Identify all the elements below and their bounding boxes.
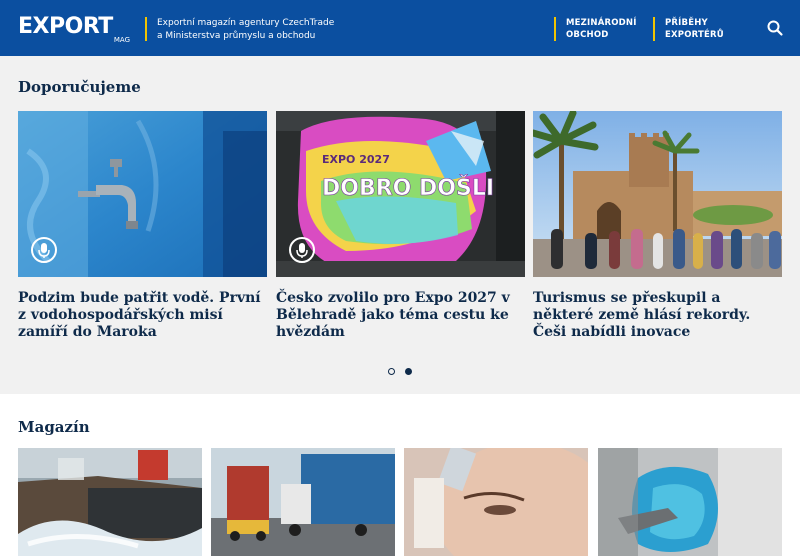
article-image-expo-sign[interactable]: EXPO 2027 DOBRO DOŠLI [276, 111, 525, 277]
image-text-expo: EXPO 2027 [322, 153, 390, 166]
article-title[interactable]: Turismus se přeskupil a některé země hlá… [533, 290, 782, 341]
logo-subtext: MAG [113, 36, 130, 44]
article-card[interactable]: Turismus se přeskupil a některé země hlá… [533, 111, 782, 341]
header-divider [145, 17, 147, 41]
article-title[interactable]: Česko zvolilo pro Expo 2027 v Bělehradě … [276, 290, 525, 341]
section-title-magazine: Magazín [18, 418, 90, 436]
magazine-section: Magazín [0, 394, 800, 556]
image-text-welcome: DOBRO DOŠLI [322, 175, 494, 201]
search-button[interactable] [766, 19, 784, 37]
recommended-section: Doporučujeme Podzim bude patřit vodě. Pr… [0, 56, 800, 394]
section-title-recommended: Doporučujeme [18, 78, 141, 96]
search-icon [767, 20, 783, 36]
nav-label-line-2: EXPORTÉRŮ [665, 30, 724, 40]
audio-indicator [289, 237, 315, 263]
audio-indicator [31, 237, 57, 263]
tagline-line-2: a Ministerstva průmyslu a obchodu [157, 31, 316, 41]
article-card[interactable]: Podzim bude patřit vodě. První z vodohos… [18, 111, 267, 341]
site-tagline: Exportní magazín agentury CzechTrade a M… [157, 17, 357, 43]
microphone-icon [38, 243, 50, 258]
tagline-line-1: Exportní magazín agentury CzechTrade [157, 18, 335, 28]
article-image-tourists[interactable] [533, 111, 782, 277]
nav-exporter-stories[interactable]: PŘÍBĚHY EXPORTÉRŮ [653, 17, 724, 41]
nav-label-line-1: PŘÍBĚHY [665, 18, 708, 28]
logo-text: EXPORT [18, 14, 113, 39]
magazine-article-image-trucks[interactable] [211, 448, 395, 556]
magazine-article-image-glass[interactable] [598, 448, 782, 556]
carousel-dot-1[interactable] [388, 368, 395, 375]
carousel-pagination [386, 368, 416, 378]
nav-international-trade[interactable]: MEZINÁRODNÍ OBCHOD [554, 17, 637, 41]
magazine-article-image-water-pipe[interactable] [18, 448, 202, 556]
carousel-dot-2[interactable] [405, 368, 412, 375]
article-title[interactable]: Podzim bude patřit vodě. První z vodohos… [18, 290, 267, 341]
article-image-water-tap[interactable] [18, 111, 267, 277]
export-mag-logo[interactable]: EXPORT MAG [18, 16, 132, 46]
site-header: EXPORT MAG Exportní magazín agentury Cze… [0, 0, 800, 56]
nav-label-line-2: OBCHOD [566, 30, 609, 40]
microphone-icon [296, 243, 308, 258]
nav-label-line-1: MEZINÁRODNÍ [566, 18, 637, 28]
article-card[interactable]: EXPO 2027 DOBRO DOŠLI Česko zvolilo pro … [276, 111, 525, 341]
magazine-article-image-skin-care[interactable] [404, 448, 588, 556]
